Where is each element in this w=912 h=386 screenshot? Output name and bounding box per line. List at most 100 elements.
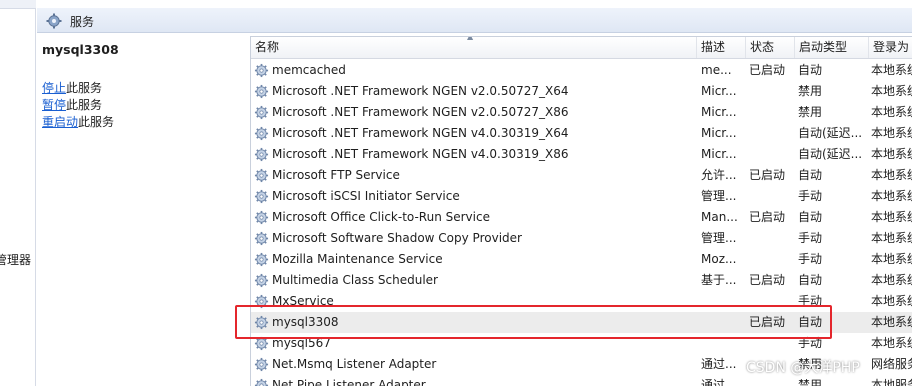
table-row[interactable]: Mozilla Maintenance Service Moz... 手动 本地系统 [251,249,912,270]
column-header-row: ▲ 名称 描述 状态 启动类型 登录为 [251,37,912,59]
table-row[interactable]: Microsoft iSCSI Initiator Service 管理... 手动… [251,186,912,207]
table-row[interactable]: Microsoft FTP Service 允许... 已启动自动 本地系统 [251,165,912,186]
service-name-text: memcached [272,63,346,77]
service-gear-icon [254,252,269,267]
cell-startup-type: 手动 [798,294,823,308]
column-header-startup-type[interactable]: 启动类型 [795,37,869,58]
column-header-logon-as[interactable]: 登录为 [869,37,912,58]
restart-service-link[interactable]: 重启动 [42,115,78,129]
cell-logon-as: 本地系统 [871,168,912,182]
table-row-selected[interactable]: mysql3308 已启动自动 本地系统 [251,312,912,333]
cell-status: 已启动 [749,63,786,77]
cell-status [749,333,797,354]
action-pause: 暂停此服务 [42,96,102,113]
cell-name: MxService [254,291,694,312]
action-stop: 停止此服务 [42,79,102,96]
cell-startup-type: 自动(延迟... [798,147,863,161]
table-row[interactable]: Multimedia Class Scheduler 基于... 已启动自动 本地系统 [251,270,912,291]
cell-status: 已启动 [749,273,786,287]
table-row[interactable]: Microsoft Software Shadow Copy Provider 管… [251,228,912,249]
service-name-text: Multimedia Class Scheduler [272,273,438,287]
cell-startup-type: 自动 [798,168,823,182]
cell-description: 管理... [701,189,737,203]
cell-name: Microsoft FTP Service [254,165,694,186]
cell-name: Microsoft .NET Framework NGEN v4.0.30319… [254,123,694,144]
cell-logon-as: 网络服务 [871,357,912,371]
service-name-text: Net.Pipe Listener Adapter [272,378,426,386]
column-header-status[interactable]: 状态 [746,37,795,58]
cell-logon-as: 本地系统 [871,105,912,119]
service-gear-icon [254,147,269,162]
service-description-pane: mysql3308 停止此服务 暂停此服务 重启动此服务 [37,34,247,386]
table-row[interactable]: memcached me... 已启动自动 本地系统 [251,60,912,81]
cell-startup-type: 自动 [798,315,823,329]
cell-startup-type: 手动 [798,336,823,350]
left-strip-top [0,0,36,9]
service-name-text: Microsoft FTP Service [272,168,400,182]
service-name-text: Microsoft .NET Framework NGEN v2.0.50727… [272,105,569,119]
service-name-text: Microsoft iSCSI Initiator Service [272,189,460,203]
stop-service-link[interactable]: 停止 [42,81,66,95]
left-nav-strip: 管理器 [0,0,36,386]
table-row[interactable]: Microsoft Office Click-to-Run Service Man… [251,207,912,228]
cell-startup-type: 手动 [798,252,823,266]
service-name-text: Microsoft Office Click-to-Run Service [272,210,490,224]
cell-status [749,186,797,207]
column-header-name[interactable]: 名称 [251,37,697,58]
table-row[interactable]: Microsoft .NET Framework NGEN v2.0.50727… [251,81,912,102]
cell-name: Multimedia Class Scheduler [254,270,694,291]
service-gear-icon [254,63,269,78]
service-name-text: Microsoft .NET Framework NGEN v2.0.50727… [272,84,569,98]
service-gear-icon [254,315,269,330]
column-header-description[interactable]: 描述 [697,37,746,58]
cell-name: Mozilla Maintenance Service [254,249,694,270]
cell-logon-as: 本地系统 [871,294,912,308]
cell-description: me... [701,63,732,77]
watermark: CSDN @大洋PHP [746,360,860,376]
service-gear-icon [254,231,269,246]
cell-name: Microsoft .NET Framework NGEN v2.0.50727… [254,102,694,123]
cell-status [749,81,797,102]
cell-description: Micr... [701,105,737,119]
cell-status [749,144,797,165]
cell-startup-type: 自动 [798,273,823,287]
cell-startup-type: 手动 [798,189,823,203]
cell-logon-as: 本地系统 [871,126,912,140]
table-row[interactable]: MxService 手动 本地系统 [251,291,912,312]
action-suffix: 此服务 [78,115,115,129]
table-row[interactable]: mysql567 手动 本地系统 [251,333,912,354]
cell-startup-type: 自动 [798,63,823,77]
service-name-text: Mozilla Maintenance Service [272,252,443,266]
cell-status [749,228,797,249]
page-title: 服务 [70,15,95,29]
gear-icon [46,13,62,29]
cell-name: mysql567 [254,333,694,354]
services-list: ▲ 名称 描述 状态 启动类型 登录为 memcached me... 已启动 自动本… [250,36,912,386]
cell-logon-as: 本地服务 [871,378,912,386]
service-gear-icon [254,84,269,99]
selected-service-name: mysql3308 [42,42,119,57]
cell-startup-type: 手动 [798,231,823,245]
action-suffix: 此服务 [66,98,103,112]
left-strip-label[interactable]: 管理器 [0,251,31,268]
cell-description: 管理... [701,231,737,245]
cell-status: 已启动 [749,315,786,329]
pause-service-link[interactable]: 暂停 [42,98,66,112]
table-row[interactable]: Microsoft .NET Framework NGEN v2.0.50727… [251,102,912,123]
services-header: 服务 [37,8,912,33]
service-gear-icon [254,168,269,183]
service-name-text: Microsoft Software Shadow Copy Provider [272,231,522,245]
action-suffix: 此服务 [66,81,103,95]
service-name-text: Microsoft .NET Framework NGEN v4.0.30319… [272,147,569,161]
cell-status: 已启动 [749,210,786,224]
cell-logon-as: 本地系统 [871,336,912,350]
service-name-text: Net.Msmq Listener Adapter [272,357,437,371]
cell-name: Microsoft iSCSI Initiator Service [254,186,694,207]
cell-logon-as: 本地系统 [871,252,912,266]
cell-status [749,249,797,270]
table-row[interactable]: Microsoft .NET Framework NGEN v4.0.30319… [251,123,912,144]
cell-description: 通过... [701,378,737,386]
service-gear-icon [254,273,269,288]
cell-logon-as: 本地系统 [871,273,912,287]
table-row[interactable]: Microsoft .NET Framework NGEN v4.0.30319… [251,144,912,165]
